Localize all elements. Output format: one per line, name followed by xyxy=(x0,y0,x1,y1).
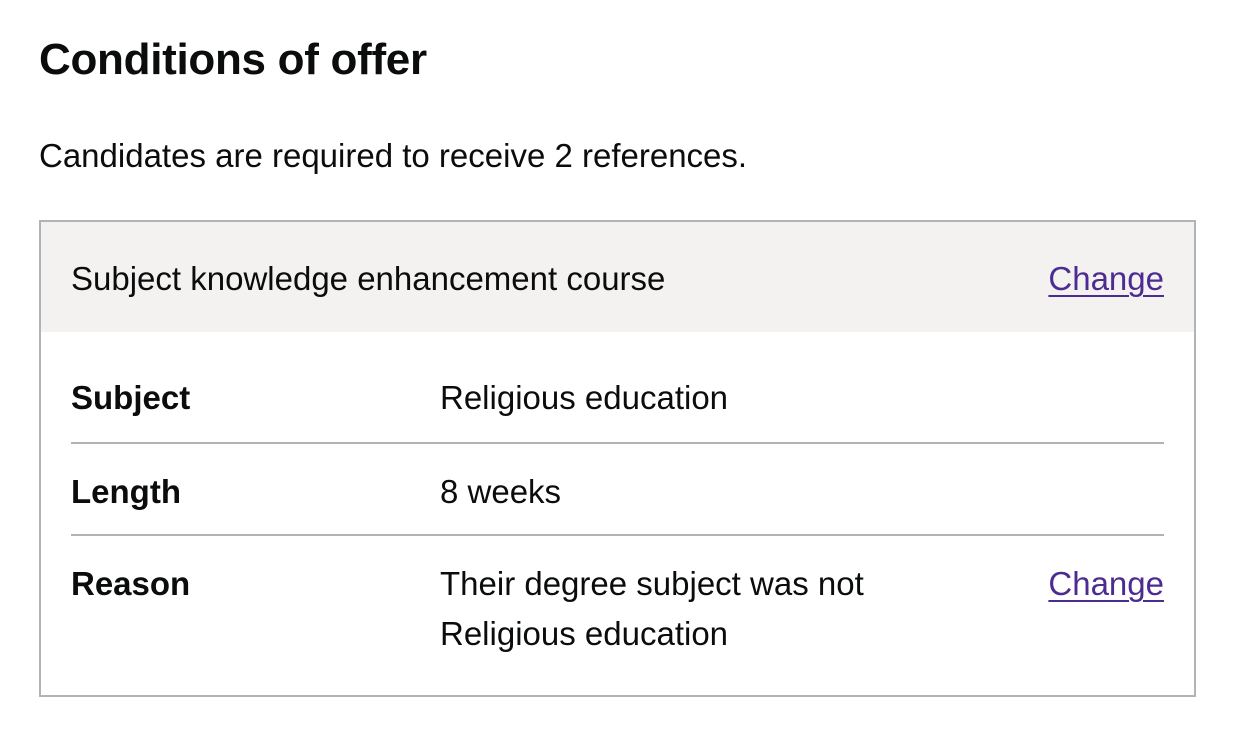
ske-summary-list: Subject Religious education Length 8 wee… xyxy=(71,362,1164,666)
summary-key-length: Length xyxy=(71,473,181,510)
summary-key-subject: Subject xyxy=(71,379,191,416)
summary-row-reason: Reason Their degree subject was not Reli… xyxy=(71,536,1164,666)
page-title: Conditions of offer xyxy=(39,35,427,84)
summary-key-reason: Reason xyxy=(71,565,191,602)
ske-card-header: Subject knowledge enhancement course Cha… xyxy=(41,222,1194,332)
summary-value-subject: Religious education xyxy=(440,379,729,416)
summary-value-reason: Their degree subject was not Religious e… xyxy=(440,565,864,652)
references-requirement-text: Candidates are required to receive 2 ref… xyxy=(39,137,748,174)
ske-card-title: Subject knowledge enhancement course xyxy=(71,260,666,297)
ske-summary-card: Subject knowledge enhancement course Cha… xyxy=(39,220,1196,697)
summary-row-subject: Subject Religious education xyxy=(71,362,1164,444)
change-ske-link[interactable]: Change xyxy=(1048,258,1164,300)
change-reason-link[interactable]: Change xyxy=(1048,563,1164,605)
summary-row-length: Length 8 weeks xyxy=(71,444,1164,536)
summary-value-length: 8 weeks xyxy=(440,473,562,510)
